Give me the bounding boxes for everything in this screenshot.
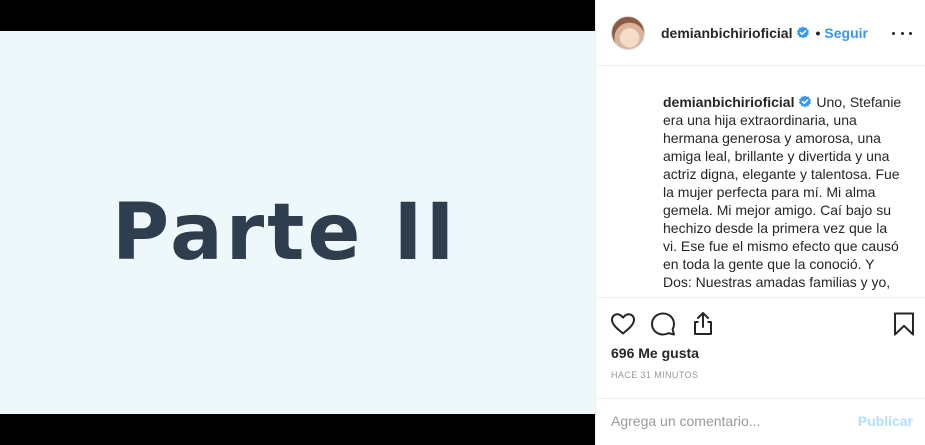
post-image-text: Parte II [112,188,458,278]
header-separator: • [815,24,821,41]
post-caption: demianbichirioficial Uno, Stefanie era u… [663,93,903,291]
header-user-info: demianbichirioficial • Seguir [661,25,868,41]
caption-username[interactable]: demianbichirioficial [663,94,794,110]
avatar[interactable] [611,15,645,50]
post-header: demianbichirioficial • Seguir [596,0,925,66]
verified-badge-icon [799,95,812,108]
comment-bubble-icon[interactable] [649,310,677,338]
heart-icon[interactable] [609,310,637,338]
post-media: Parte II [0,0,595,445]
comment-input[interactable] [611,412,858,429]
follow-button[interactable]: Seguir [824,25,868,41]
publish-button[interactable]: Publicar [858,413,913,429]
bookmark-icon[interactable] [890,310,918,338]
more-options-icon[interactable] [892,24,912,42]
verified-badge-icon [797,26,810,38]
post-timestamp[interactable]: HACE 31 MINUTOS [611,370,698,380]
post-side-panel: demianbichirioficial • Seguir demianbichi… [595,0,925,445]
likes-count[interactable]: 696 Me gusta [611,345,699,361]
comment-form: Publicar [596,398,925,442]
share-icon[interactable] [689,310,717,338]
post-image[interactable]: Parte II [0,31,595,414]
post-actions: 696 Me gusta HACE 31 MINUTOS Publicar [596,297,925,441]
caption-text: Uno, Stefanie era una hija extraordinari… [663,94,902,290]
header-username[interactable]: demianbichirioficial [661,25,792,41]
